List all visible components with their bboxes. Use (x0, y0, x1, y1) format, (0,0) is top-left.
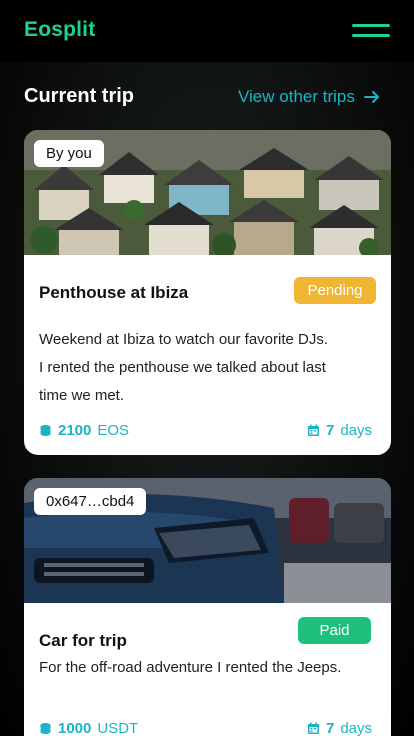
status-badge: Paid (298, 617, 371, 644)
duration-unit: days (340, 720, 373, 736)
app-header: Eosplit (0, 0, 414, 62)
hamburger-icon-line (352, 24, 390, 27)
page: Eosplit Current trip View other trips By… (0, 0, 414, 736)
app-logo[interactable]: Eosplit (24, 18, 95, 42)
trip-card[interactable]: By you Penthouse at Ibiza Pending Weeken… (24, 130, 391, 455)
amount-value: 2100 (58, 422, 92, 439)
description-line: time we met. (39, 387, 125, 404)
trip-duration: 7 days (307, 720, 372, 736)
view-other-trips-link[interactable]: View other trips (238, 87, 381, 107)
arrow-right-icon (363, 91, 379, 103)
menu-button[interactable] (352, 22, 392, 40)
calendar-icon (308, 722, 319, 734)
amount-value: 1000 (58, 720, 92, 736)
calendar-icon (308, 424, 319, 436)
trip-description: For the off-road adventure I rented the … (39, 654, 379, 682)
description-line: For the off-road adventure I rented the … (39, 659, 342, 676)
section-title: Current trip (24, 85, 134, 107)
trip-amount: 1000 USDT (39, 720, 138, 736)
status-badge: Pending (294, 277, 376, 304)
coins-icon (40, 723, 51, 734)
duration-value: 7 (326, 422, 335, 439)
trip-image-car: 0x647…cbd4 (24, 478, 391, 603)
owner-tag: 0x647…cbd4 (34, 488, 147, 515)
trip-image-houses: By you (24, 130, 391, 255)
view-other-trips-label: View other trips (238, 87, 355, 106)
amount-currency: USDT (97, 720, 139, 736)
hamburger-icon-line (352, 34, 390, 37)
trip-title: Penthouse at Ibiza (39, 283, 189, 302)
duration-unit: days (340, 422, 373, 439)
trip-description: Weekend at Ibiza to watch our favorite D… (39, 326, 379, 410)
description-line: Weekend at Ibiza to watch our favorite D… (39, 331, 329, 348)
amount-currency: EOS (97, 422, 130, 439)
trip-title: Car for trip (39, 631, 127, 650)
trip-amount: 2100 EOS (39, 422, 129, 439)
trip-card[interactable]: 0x647…cbd4 Car for trip Paid For the off… (24, 478, 391, 736)
owner-tag: By you (34, 140, 104, 167)
description-line: I rented the penthouse we talked about l… (39, 359, 326, 376)
coins-icon (40, 425, 51, 436)
trip-duration: 7 days (307, 422, 372, 439)
duration-value: 7 (326, 720, 335, 736)
